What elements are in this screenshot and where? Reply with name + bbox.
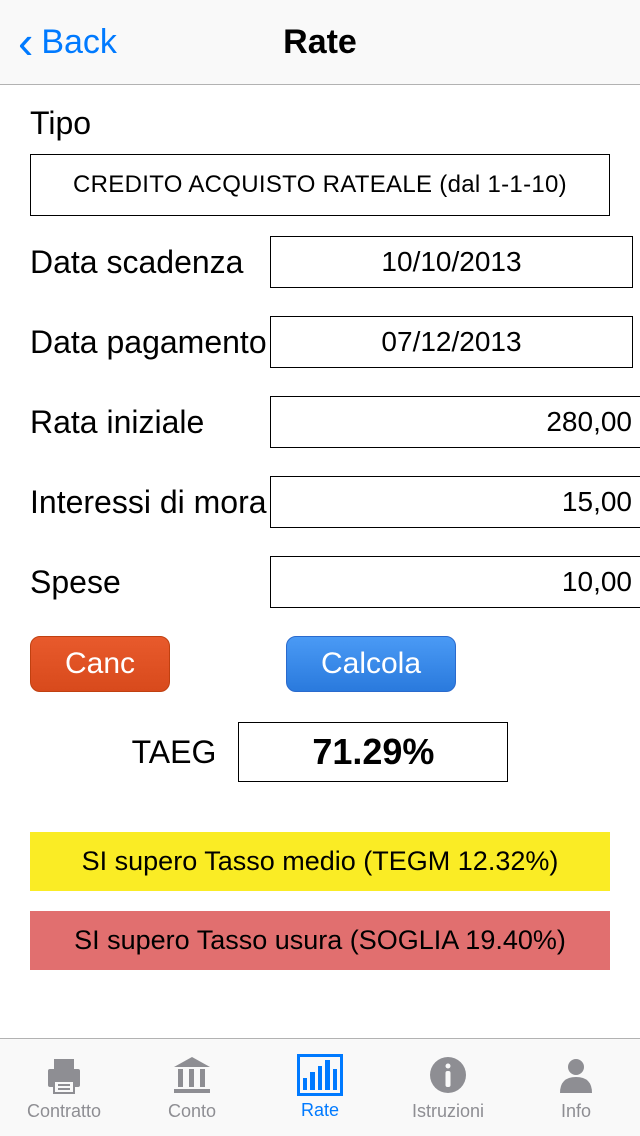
printer-icon xyxy=(42,1053,86,1097)
interessi-mora-label: Interessi di mora xyxy=(30,484,270,521)
data-scadenza-label: Data scadenza xyxy=(30,244,270,281)
tab-conto-label: Conto xyxy=(168,1101,216,1122)
button-row: Canc Calcola xyxy=(30,636,610,692)
tipo-label: Tipo xyxy=(30,105,610,142)
bar-chart-icon xyxy=(297,1054,343,1096)
row-interessi-mora: Interessi di mora xyxy=(30,476,610,528)
alert-tegm: SI supero Tasso medio (TEGM 12.32%) xyxy=(30,832,610,891)
bank-icon xyxy=(170,1053,214,1097)
interessi-mora-input[interactable] xyxy=(270,476,640,528)
cancel-button[interactable]: Canc xyxy=(30,636,170,692)
rata-iniziale-label: Rata iniziale xyxy=(30,404,270,441)
tab-bar: Contratto Conto Rate Istruzioni xyxy=(0,1038,640,1136)
form-content: Tipo CREDITO ACQUISTO RATEALE (dal 1-1-1… xyxy=(0,85,640,782)
chevron-left-icon: ‹ xyxy=(18,19,33,65)
tab-conto[interactable]: Conto xyxy=(128,1039,256,1136)
row-spese: Spese xyxy=(30,556,610,608)
tipo-select[interactable]: CREDITO ACQUISTO RATEALE (dal 1-1-10) xyxy=(30,154,610,216)
rata-iniziale-input[interactable] xyxy=(270,396,640,448)
tab-rate[interactable]: Rate xyxy=(256,1039,384,1136)
tab-info[interactable]: Info xyxy=(512,1039,640,1136)
tab-contratto[interactable]: Contratto xyxy=(0,1039,128,1136)
row-data-pagamento: Data pagamento xyxy=(30,316,610,368)
nav-header: ‹ Back Rate xyxy=(0,0,640,85)
data-pagamento-label: Data pagamento xyxy=(30,324,270,361)
back-label: Back xyxy=(41,23,117,62)
taeg-value: 71.29% xyxy=(238,722,508,782)
taeg-label: TAEG xyxy=(132,734,217,771)
spese-label: Spese xyxy=(30,564,270,601)
tab-rate-label: Rate xyxy=(301,1100,339,1121)
row-data-scadenza: Data scadenza xyxy=(30,236,610,288)
back-button[interactable]: ‹ Back xyxy=(18,19,117,65)
alert-soglia: SI supero Tasso usura (SOGLIA 19.40%) xyxy=(30,911,610,970)
taeg-row: TAEG 71.29% xyxy=(30,722,610,782)
info-icon xyxy=(426,1053,470,1097)
spese-input[interactable] xyxy=(270,556,640,608)
data-pagamento-input[interactable] xyxy=(270,316,633,368)
page-title: Rate xyxy=(283,23,357,62)
tab-istruzioni[interactable]: Istruzioni xyxy=(384,1039,512,1136)
row-rata-iniziale: Rata iniziale xyxy=(30,396,610,448)
tab-info-label: Info xyxy=(561,1101,591,1122)
tab-contratto-label: Contratto xyxy=(27,1101,101,1122)
data-scadenza-input[interactable] xyxy=(270,236,633,288)
person-icon xyxy=(554,1053,598,1097)
calculate-button[interactable]: Calcola xyxy=(286,636,456,692)
tab-istruzioni-label: Istruzioni xyxy=(412,1101,484,1122)
